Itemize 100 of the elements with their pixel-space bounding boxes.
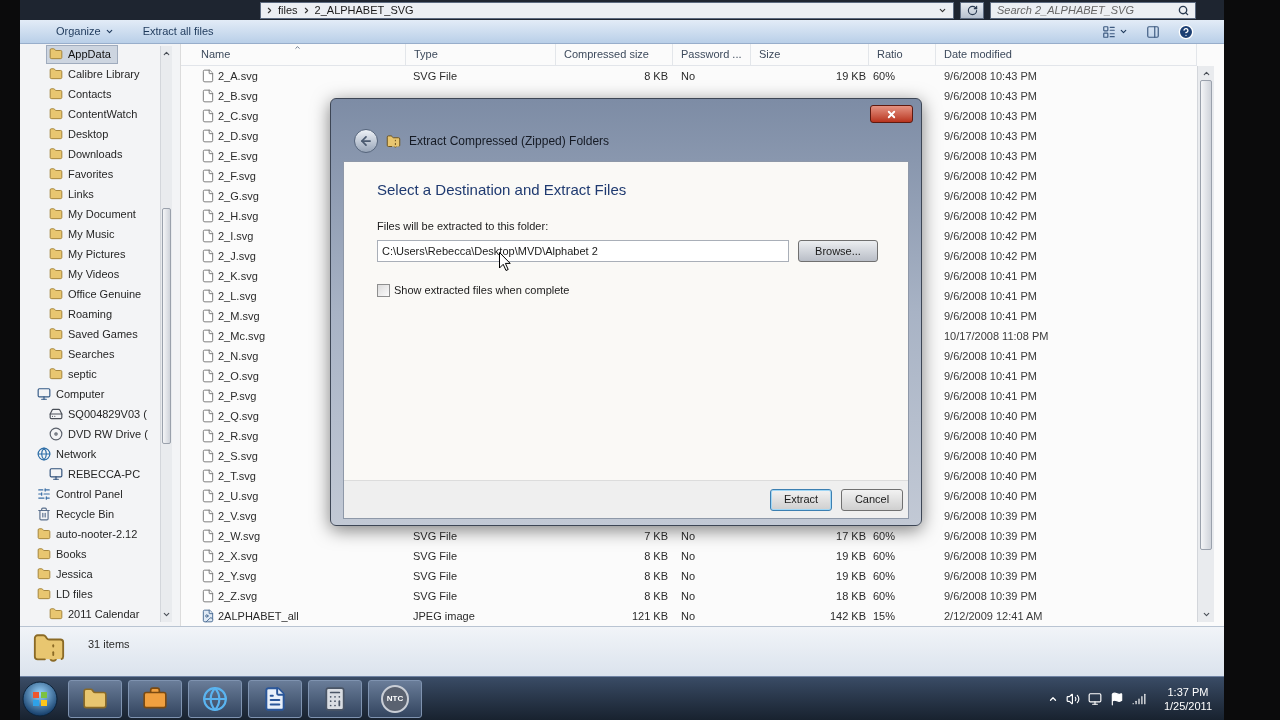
start-button[interactable]	[20, 678, 60, 719]
nav-item[interactable]: 2011 Calendar	[46, 604, 147, 624]
column-header[interactable]: Date modified	[936, 44, 1197, 65]
scroll-down-icon[interactable]	[162, 610, 171, 619]
help-button[interactable]	[1176, 22, 1196, 41]
file-name[interactable]: 2_U.svg	[218, 487, 259, 505]
folder-path-field[interactable]: C:\Users\Rebecca\Desktop\MVD\Alphabet 2	[377, 240, 789, 262]
flag-icon[interactable]	[1109, 691, 1124, 706]
taskbar-button[interactable]: NTC	[368, 679, 422, 718]
close-button[interactable]	[870, 105, 913, 123]
file-name[interactable]: 2_G.svg	[218, 187, 259, 205]
checkbox-label[interactable]: Show extracted files when complete	[394, 282, 570, 299]
back-button[interactable]	[354, 129, 378, 153]
scroll-up-icon[interactable]	[1201, 69, 1211, 78]
address-field[interactable]: files 2_ALPHABET_SVG	[260, 1, 954, 19]
file-name[interactable]: 2_Mc.svg	[218, 327, 266, 345]
nav-item[interactable]: Contacts	[46, 84, 119, 104]
nav-item[interactable]: Recycle Bin	[34, 504, 122, 524]
nav-item[interactable]: DVD RW Drive (	[46, 424, 155, 444]
nav-item[interactable]: Roaming	[46, 304, 120, 324]
dialog-button[interactable]: Extract	[770, 488, 832, 511]
nav-item[interactable]: Favorites	[46, 164, 121, 184]
taskbar-button[interactable]	[248, 679, 302, 718]
column-header[interactable]: Password ...	[673, 44, 751, 65]
browse-button[interactable]: Browse...	[798, 240, 878, 262]
nav-item[interactable]: Desktop	[46, 124, 116, 144]
nav-item[interactable]: Calibre Library	[46, 64, 147, 84]
checkbox[interactable]	[377, 283, 390, 297]
nav-item[interactable]: Jessica	[34, 564, 100, 584]
nav-item[interactable]: Books	[34, 544, 94, 564]
monitor-icon[interactable]	[1087, 691, 1102, 706]
nav-item[interactable]: SQ004829V03 (	[46, 404, 154, 424]
column-header[interactable]: Type	[406, 44, 556, 65]
nav-item[interactable]: My Music	[46, 224, 122, 244]
file-name[interactable]: 2_F.svg	[218, 167, 256, 185]
file-name[interactable]: 2_O.svg	[218, 367, 259, 385]
nav-item[interactable]: septic	[46, 364, 104, 384]
dialog-button[interactable]: Cancel	[841, 488, 903, 511]
nav-item[interactable]: Downloads	[46, 144, 130, 164]
nav-item[interactable]: LD files	[34, 584, 100, 604]
taskbar-button[interactable]	[188, 679, 242, 718]
nav-item[interactable]: AppData	[46, 44, 118, 64]
file-name[interactable]: 2_I.svg	[218, 227, 254, 245]
nav-item[interactable]: My Pictures	[46, 244, 133, 264]
file-name[interactable]: 2_V.svg	[218, 507, 257, 525]
toolbar-button[interactable]: Extract all files	[136, 21, 220, 42]
file-name[interactable]: 2_Q.svg	[218, 407, 259, 425]
file-name[interactable]: 2_A.svg	[218, 67, 258, 85]
file-name[interactable]: 2_S.svg	[218, 447, 258, 465]
taskbar-button[interactable]	[308, 679, 362, 718]
clock-button[interactable]: 1:37 PM 1/25/2011	[1163, 684, 1212, 713]
file-name[interactable]: 2_E.svg	[218, 147, 258, 165]
nav-item[interactable]: Control Panel	[34, 484, 130, 504]
scroll-up-icon[interactable]	[162, 49, 171, 58]
signal-icon[interactable]	[1131, 691, 1146, 706]
scrollbar-thumb[interactable]	[162, 208, 171, 444]
file-name[interactable]: 2_X.svg	[218, 547, 258, 565]
nav-item[interactable]: auto-nooter-2.12	[34, 524, 145, 544]
column-header[interactable]: Ratio	[869, 44, 936, 65]
file-name[interactable]: 2_L.svg	[218, 287, 257, 305]
scrollbar-thumb[interactable]	[1199, 80, 1213, 550]
file-name[interactable]: 2_T.svg	[218, 467, 256, 485]
nav-item[interactable]: My Videos	[46, 264, 127, 284]
nav-item[interactable]: REBECCA-PC	[46, 464, 148, 484]
taskbar-button[interactable]	[128, 679, 182, 718]
file-name[interactable]: 2_B.svg	[218, 87, 258, 105]
nav-item[interactable]: My Document	[46, 204, 143, 224]
scrollbar[interactable]	[160, 46, 172, 622]
nav-item[interactable]: Computer	[34, 384, 112, 404]
nav-item[interactable]: Network	[34, 444, 104, 464]
nav-item[interactable]: ContentWatch	[46, 104, 145, 124]
scroll-down-icon[interactable]	[1201, 610, 1211, 619]
file-name[interactable]: 2ALPHABET_all	[218, 607, 299, 625]
scrollbar[interactable]	[1197, 66, 1214, 622]
refresh-button[interactable]	[960, 1, 984, 19]
nav-item[interactable]: Links	[46, 184, 101, 204]
column-header[interactable]: Size	[751, 44, 869, 65]
file-name[interactable]: 2_H.svg	[218, 207, 259, 225]
breadcrumb[interactable]: 2_ALPHABET_SVG	[314, 1, 414, 19]
breadcrumb[interactable]: files	[278, 1, 298, 19]
file-name[interactable]: 2_C.svg	[218, 107, 259, 125]
file-name[interactable]: 2_J.svg	[218, 247, 256, 265]
column-header[interactable]: Name	[181, 44, 406, 65]
file-name[interactable]: 2_M.svg	[218, 307, 260, 325]
nav-item[interactable]: Office Genuine	[46, 284, 149, 304]
taskbar-button[interactable]	[68, 679, 122, 718]
volume-icon[interactable]	[1065, 691, 1080, 706]
file-name[interactable]: 2_D.svg	[218, 127, 259, 145]
nav-item[interactable]: Searches	[46, 344, 122, 364]
nav-item[interactable]: Saved Games	[46, 324, 145, 344]
toolbar-button[interactable]: Organize	[50, 21, 120, 42]
file-name[interactable]: 2_Z.svg	[218, 587, 258, 605]
file-name[interactable]: 2_Y.svg	[218, 567, 257, 585]
file-name[interactable]: 2_R.svg	[218, 427, 259, 445]
column-header[interactable]: Compressed size	[556, 44, 673, 65]
search-field[interactable]: Search 2_ALPHABET_SVG	[990, 1, 1196, 19]
file-name[interactable]: 2_W.svg	[218, 527, 261, 545]
file-name[interactable]: 2_P.svg	[218, 387, 257, 405]
file-name[interactable]: 2_N.svg	[218, 347, 259, 365]
file-name[interactable]: 2_K.svg	[218, 267, 258, 285]
